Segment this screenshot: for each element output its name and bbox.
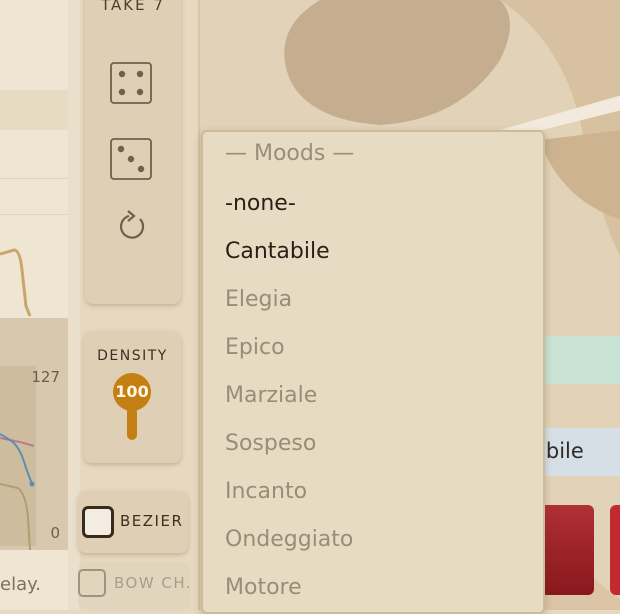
graph-panel: 0 1 127 0 127 0 elay.	[0, 0, 612, 610]
mood-item-cantabile[interactable]: Cantabile	[225, 239, 330, 264]
bow-change-checkbox[interactable]	[78, 569, 106, 597]
density-knob[interactable]: 100	[113, 373, 151, 411]
mood-item-epico[interactable]: Epico	[225, 335, 285, 360]
mood-item-incanto[interactable]: Incanto	[225, 479, 307, 504]
density-slider-stem[interactable]	[127, 407, 137, 440]
mood-item-ondeggiato[interactable]: Ondeggiato	[225, 527, 353, 552]
bow-change-label: BOW CH.	[114, 574, 193, 592]
graph-axis-min-label: 0	[50, 524, 60, 542]
density-label: DENSITY	[97, 348, 168, 364]
mood-item-sospeso[interactable]: Sospeso	[225, 431, 316, 456]
mood-item-marziale[interactable]: Marziale	[225, 383, 317, 408]
dice-three-icon[interactable]	[110, 138, 152, 180]
grid-line	[0, 178, 68, 179]
mood-item-none[interactable]: -none-	[225, 191, 296, 216]
velocity-graph[interactable]: 127 0	[0, 318, 68, 550]
graph-axis-max-label: 127	[31, 368, 60, 386]
mood-item-elegia[interactable]: Elegia	[225, 287, 292, 312]
graph-value-band	[0, 90, 68, 130]
bezier-label: BEZIER	[120, 512, 184, 530]
delay-label: elay.	[0, 574, 41, 595]
mood-menu-header: — Moods —	[225, 141, 355, 166]
record-button-secondary[interactable]	[610, 505, 620, 595]
grid-line	[0, 214, 68, 215]
mood-item-motore[interactable]: Motore	[225, 575, 302, 600]
take-panel: TAKE 7	[85, 0, 181, 304]
bow-change-toggle[interactable]: BOW CH.	[78, 562, 193, 610]
mood-dropdown-menu[interactable]: — Moods — -none- Cantabile Elegia Epico …	[201, 130, 545, 614]
envelope-curve[interactable]	[0, 240, 68, 320]
bezier-toggle[interactable]: BEZIER	[78, 491, 188, 553]
refresh-icon[interactable]	[118, 210, 148, 242]
take-label: TAKE 7	[101, 0, 165, 14]
dice-four-icon[interactable]	[110, 62, 152, 104]
bezier-checkbox[interactable]	[82, 506, 114, 538]
density-panel: DENSITY 100	[84, 331, 181, 463]
